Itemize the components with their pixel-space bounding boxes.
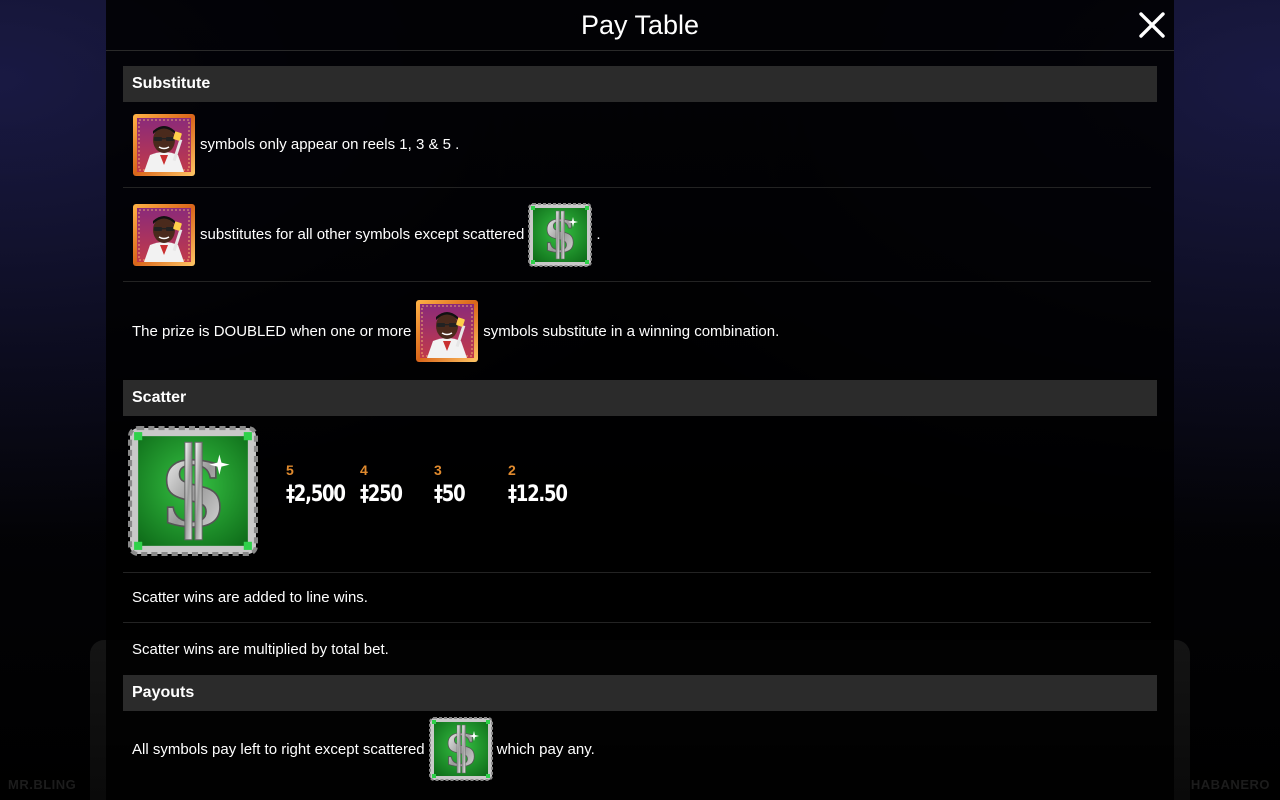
provider-logo: HABANERO <box>1190 777 1270 792</box>
title-bar: Pay Table <box>106 0 1174 51</box>
substitute-rule-row: The prize is DOUBLED when one or more sy… <box>123 282 1151 380</box>
pay-entry: 3 ‡50 <box>434 462 508 507</box>
wild-symbol-icon <box>132 113 196 177</box>
section-header-substitute: Substitute <box>123 66 1157 102</box>
game-logo: MR.BLING <box>8 777 77 792</box>
pay-count: 4 <box>360 462 368 478</box>
payouts-text-prefix: All symbols pay left to right except sca… <box>132 740 425 758</box>
pay-amount: ‡250 <box>360 482 403 507</box>
scatter-dollar-icon <box>429 717 493 781</box>
close-button[interactable] <box>1137 10 1167 40</box>
rule-text: symbols only appear on reels 1, 3 & 5 . <box>200 136 460 153</box>
pay-table-panel[interactable]: Pay Table Substitute symbols only appear… <box>106 0 1174 800</box>
pay-entry: 2 ‡12.50 <box>508 462 582 507</box>
pay-amount: ‡50 <box>434 482 466 507</box>
pay-entry: 4 ‡250 <box>360 462 434 507</box>
wild-symbol-icon <box>132 203 196 267</box>
rule-text-suffix: . <box>596 226 601 243</box>
substitute-rule-row: substitutes for all other symbols except… <box>123 188 1151 282</box>
scatter-note: Scatter wins are added to line wins. <box>132 589 368 606</box>
scatter-note-row: Scatter wins are added to line wins. <box>123 572 1151 623</box>
section-header-payouts: Payouts <box>123 675 1157 711</box>
substitute-rule-row: symbols only appear on reels 1, 3 & 5 . <box>123 102 1151 188</box>
scatter-dollar-icon <box>128 426 258 556</box>
page-title: Pay Table <box>580 10 700 40</box>
scatter-note: Scatter wins are multiplied by total bet… <box>132 640 389 658</box>
scatter-dollar-icon <box>528 203 592 267</box>
payouts-rule-row: All symbols pay left to right except sca… <box>123 711 1151 787</box>
scatter-note-row: Scatter wins are multiplied by total bet… <box>123 623 1151 675</box>
pay-count: 5 <box>286 462 294 478</box>
scatter-pays: 5 ‡2,500 4 ‡250 3 ‡50 2 ‡12.50 <box>123 416 1157 572</box>
rule-text-prefix: The prize is DOUBLED when one or more <box>132 322 412 340</box>
rule-text: symbols substitute in a winning combinat… <box>483 322 780 340</box>
pay-entry: 5 ‡2,500 <box>286 462 360 507</box>
pay-amount: ‡12.50 <box>508 482 568 507</box>
payouts-text-suffix: which pay any. <box>496 740 595 758</box>
section-header-scatter: Scatter <box>123 380 1157 416</box>
rule-text: substitutes for all other symbols except… <box>200 226 525 243</box>
pay-count: 2 <box>508 462 516 478</box>
pay-count: 3 <box>434 462 442 478</box>
scatter-pay-values: 5 ‡2,500 4 ‡250 3 ‡50 2 ‡12.50 <box>286 462 582 507</box>
pay-table-content[interactable]: Substitute symbols only appear on reels … <box>123 66 1157 787</box>
wild-symbol-icon <box>415 299 479 363</box>
close-icon <box>1139 12 1165 38</box>
pay-amount: ‡2,500 <box>286 482 346 507</box>
